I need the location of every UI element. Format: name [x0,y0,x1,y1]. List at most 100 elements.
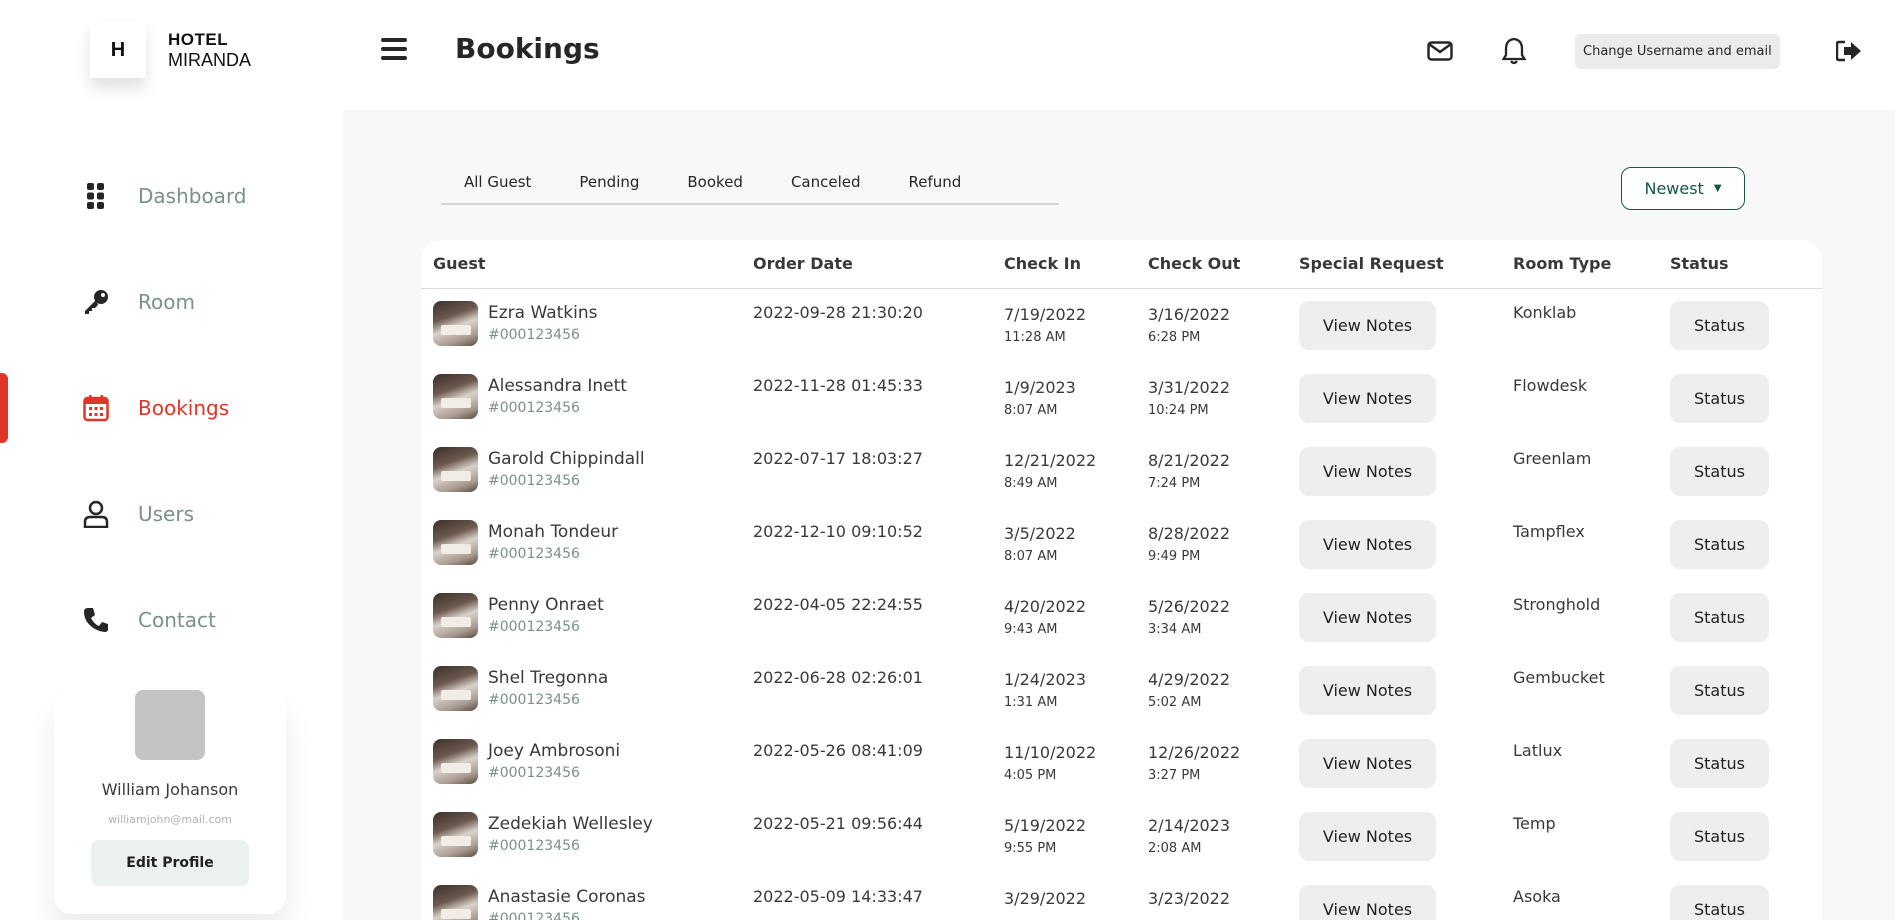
sort-select[interactable]: Newest ▼ [1621,167,1745,210]
guest-name: Ezra Watkins [488,303,598,323]
check-in-date: 1/24/2023 [1004,670,1087,689]
status-button[interactable]: Status [1670,885,1769,920]
room-type: Tampflex [1513,522,1585,541]
sidebar-item-label: Bookings [138,396,230,420]
guest-name: Alessandra Inett [488,376,627,396]
check-out-date: 3/23/2022 [1148,889,1231,908]
menu-toggle-icon[interactable] [381,38,407,62]
check-in-date: 4/20/2022 [1004,597,1087,616]
table-row[interactable]: Garold Chippindall #000123456 2022-07-17 1… [421,435,1822,508]
table-row[interactable]: Monah Tondeur #000123456 2022-12-10 09:10:… [421,508,1822,581]
room-type: Asoka [1513,887,1561,906]
room-thumbnail [433,812,478,857]
column-header-status[interactable]: Status [1670,254,1729,273]
order-date: 2022-05-26 08:41:09 [753,741,923,760]
sidebar-item-room[interactable]: Room [0,267,343,337]
room-type: Konklab [1513,303,1577,322]
logo[interactable]: H HOTEL MIRANDA [90,22,251,78]
guest-id: #000123456 [488,473,580,489]
check-out-date: 12/26/2022 [1148,743,1241,762]
check-out-date: 4/29/2022 [1148,670,1231,689]
check-in-date: 11/10/2022 [1004,743,1097,762]
tab-pending[interactable]: Pending [555,172,663,203]
edit-profile-button[interactable]: Edit Profile [91,840,249,886]
avatar [135,690,205,760]
change-username-button[interactable]: Change Username and email [1575,34,1780,69]
check-in-date: 1/9/2023 [1004,378,1076,397]
table-row[interactable]: Anastasie Coronas #000123456 2022-05-09 14… [421,873,1822,920]
logout-icon[interactable] [1834,36,1864,66]
table-row[interactable]: Alessandra Inett #000123456 2022-11-28 01:… [421,362,1822,435]
bell-icon[interactable] [1499,36,1529,66]
status-button[interactable]: Status [1670,374,1769,423]
status-button[interactable]: Status [1670,812,1769,861]
sidebar-item-users[interactable]: Users [0,479,343,549]
profile-card: William Johanson williamjohn@mail.com Ed… [54,690,286,914]
table-row[interactable]: Penny Onraet #000123456 2022-04-05 22:24:5… [421,581,1822,654]
table-row[interactable]: Shel Tregonna #000123456 2022-06-28 02:26:… [421,654,1822,727]
check-in-date: 3/5/2022 [1004,524,1076,543]
tab-all-guest[interactable]: All Guest [441,172,555,203]
column-header-room-type[interactable]: Room Type [1513,254,1611,273]
order-date: 2022-07-17 18:03:27 [753,449,923,468]
check-out-date: 3/31/2022 [1148,378,1231,397]
status-button[interactable]: Status [1670,447,1769,496]
view-notes-button[interactable]: View Notes [1299,739,1436,788]
order-date: 2022-05-09 14:33:47 [753,887,923,906]
app-root: H HOTEL MIRANDA Dashboard Room Bookings [0,0,1895,920]
sidebar-item-label: Users [138,502,195,526]
bookings-table: Guest Order Date Check In Check Out Spec… [421,240,1822,920]
view-notes-button[interactable]: View Notes [1299,593,1436,642]
column-header-check-in[interactable]: Check In [1004,254,1081,273]
guest-name: Penny Onraet [488,595,604,615]
mail-icon[interactable] [1425,36,1455,66]
sidebar-item-dashboard[interactable]: Dashboard [0,161,343,231]
room-thumbnail [433,301,478,346]
check-in-time: 11:28 AM [1004,330,1066,345]
column-header-guest[interactable]: Guest [433,254,486,273]
view-notes-button[interactable]: View Notes [1299,301,1436,350]
order-date: 2022-11-28 01:45:33 [753,376,923,395]
check-out-time: 9:49 PM [1148,549,1201,564]
status-button[interactable]: Status [1670,593,1769,642]
room-thumbnail [433,885,478,920]
guest-id: #000123456 [488,327,580,343]
column-header-check-out[interactable]: Check Out [1148,254,1240,273]
check-out-time: 3:27 PM [1148,768,1201,783]
status-button[interactable]: Status [1670,520,1769,569]
view-notes-button[interactable]: View Notes [1299,885,1436,920]
check-in-time: 9:55 PM [1004,841,1057,856]
sidebar-item-bookings[interactable]: Bookings [0,373,343,443]
view-notes-button[interactable]: View Notes [1299,447,1436,496]
status-button[interactable]: Status [1670,739,1769,788]
view-notes-button[interactable]: View Notes [1299,812,1436,861]
table-row[interactable]: Joey Ambrosoni #000123456 2022-05-26 08:41… [421,727,1822,800]
sidebar-item-contact[interactable]: Contact [0,585,343,655]
table-row[interactable]: Zedekiah Wellesley #000123456 2022-05-21 0… [421,800,1822,873]
column-header-order-date[interactable]: Order Date [753,254,853,273]
view-notes-button[interactable]: View Notes [1299,520,1436,569]
check-in-date: 5/19/2022 [1004,816,1087,835]
status-button[interactable]: Status [1670,301,1769,350]
table-row[interactable]: Ezra Watkins #000123456 2022-09-28 21:30:2… [421,289,1822,362]
status-button[interactable]: Status [1670,666,1769,715]
room-type: Stronghold [1513,595,1601,614]
check-out-date: 3/16/2022 [1148,305,1231,324]
order-date: 2022-05-21 09:56:44 [753,814,923,833]
tab-booked[interactable]: Booked [663,172,767,203]
table-body: Ezra Watkins #000123456 2022-09-28 21:30:2… [421,289,1822,920]
column-header-special-request[interactable]: Special Request [1299,254,1444,273]
sidebar-item-label: Room [138,290,195,314]
check-in-time: 8:07 AM [1004,549,1058,564]
logo-text: HOTEL MIRANDA [168,30,251,70]
profile-email: williamjohn@mail.com [108,813,232,826]
view-notes-button[interactable]: View Notes [1299,374,1436,423]
room-type: Flowdesk [1513,376,1588,395]
guest-name: Garold Chippindall [488,449,645,469]
tab-refund[interactable]: Refund [885,172,986,203]
key-icon [80,286,112,318]
view-notes-button[interactable]: View Notes [1299,666,1436,715]
tab-canceled[interactable]: Canceled [767,172,885,203]
table-header: Guest Order Date Check In Check Out Spec… [421,240,1822,289]
room-thumbnail [433,666,478,711]
